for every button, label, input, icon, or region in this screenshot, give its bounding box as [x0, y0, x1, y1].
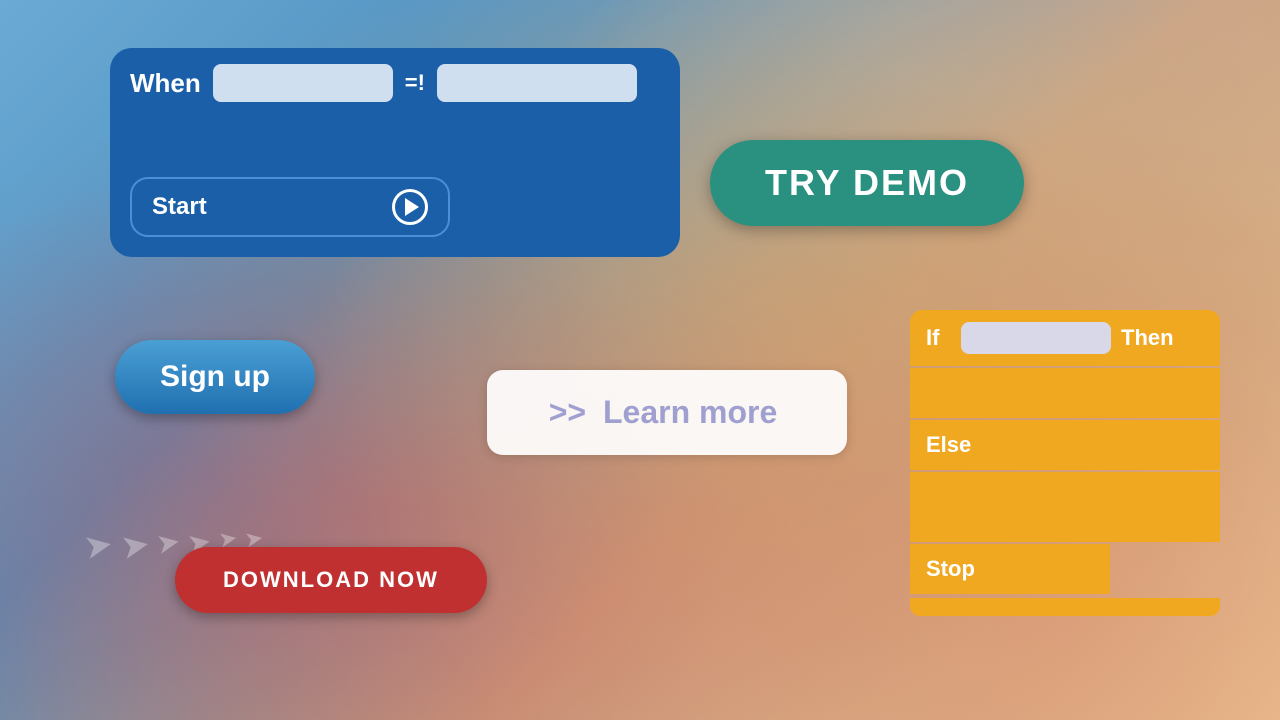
try-demo-label: TRY DEMO — [765, 162, 969, 203]
play-icon — [392, 189, 428, 225]
then-label: Then — [1121, 325, 1174, 351]
start-label: Start — [152, 193, 207, 221]
when-input-right[interactable] — [437, 64, 637, 102]
stop-label: Stop — [926, 556, 975, 582]
if-input[interactable] — [961, 322, 1111, 354]
logic-block-footer — [910, 598, 1220, 616]
signup-label: Sign up — [160, 360, 270, 393]
if-row: If Then — [910, 310, 1220, 366]
when-input-left[interactable] — [213, 64, 393, 102]
when-label: When — [130, 68, 201, 99]
else-label: Else — [926, 432, 971, 457]
logic-block: If Then Else Stop — [910, 310, 1220, 616]
start-button[interactable]: Start — [130, 177, 450, 237]
if-label: If — [926, 325, 951, 351]
else-row: Else — [910, 420, 1220, 470]
when-equals-label: =! — [405, 70, 425, 96]
learn-more-button[interactable]: >> Learn more — [487, 370, 847, 455]
else-body — [910, 472, 1220, 542]
learn-more-label: >> Learn more — [549, 394, 786, 430]
learn-more-prefix: >> — [549, 394, 586, 430]
when-body — [130, 112, 660, 167]
try-demo-button[interactable]: TRY DEMO — [710, 140, 1024, 226]
stop-row: Stop — [910, 544, 1110, 594]
when-block: When =! Start — [110, 48, 680, 257]
download-label: DOWNLOAD NOW — [223, 567, 439, 592]
then-body — [910, 368, 1220, 418]
download-button[interactable]: DOWNLOAD NOW — [175, 547, 487, 613]
signup-button[interactable]: Sign up — [115, 340, 315, 414]
